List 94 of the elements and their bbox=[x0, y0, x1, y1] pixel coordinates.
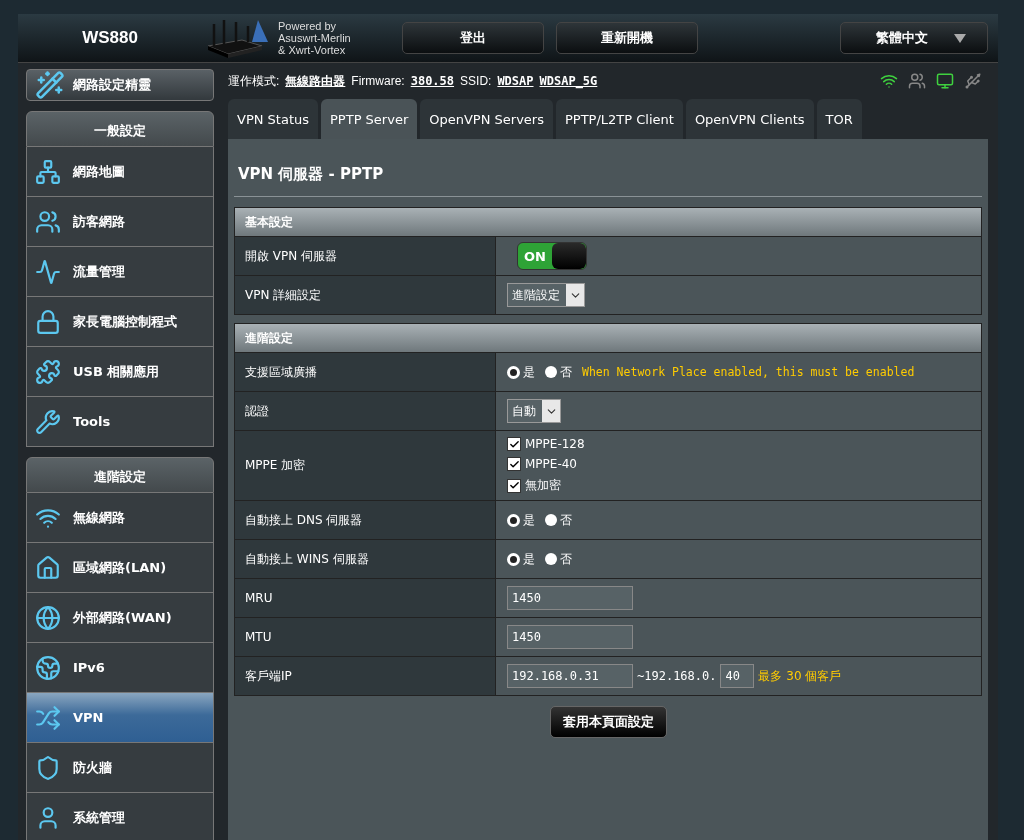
mode-label: 運作模式: bbox=[228, 72, 280, 90]
sidebar-item[interactable]: IPv6 bbox=[26, 643, 214, 693]
tab[interactable]: VPN Status bbox=[228, 99, 318, 139]
setting-label: 開啟 VPN 伺服器 bbox=[235, 237, 496, 275]
sidebar-item[interactable]: 防火牆 bbox=[26, 743, 214, 793]
dropdown[interactable]: 自動 bbox=[507, 399, 561, 423]
puzzle-icon bbox=[35, 358, 61, 385]
ssid-label: SSID: bbox=[460, 74, 492, 88]
setting-label: 自動接上 DNS 伺服器 bbox=[235, 501, 496, 539]
wrench-icon bbox=[35, 408, 61, 435]
header-button[interactable]: 登出 bbox=[402, 22, 544, 54]
wifi-icon[interactable] bbox=[880, 72, 898, 90]
checkbox-option[interactable]: 無加密 bbox=[507, 477, 585, 494]
network-icon bbox=[35, 158, 61, 185]
radio-button[interactable] bbox=[507, 552, 520, 566]
apply-button[interactable]: 套用本頁面設定 bbox=[549, 706, 667, 738]
input-field[interactable]: 1450 bbox=[507, 625, 633, 649]
setting-label: VPN 詳細設定 bbox=[235, 276, 496, 314]
radio-option[interactable]: 是 bbox=[507, 511, 535, 529]
tab[interactable]: TOR bbox=[816, 99, 862, 139]
caret-icon bbox=[566, 284, 584, 306]
users-icon bbox=[35, 208, 61, 235]
caret-icon bbox=[954, 33, 966, 43]
radio-button[interactable] bbox=[507, 513, 520, 527]
input-field[interactable]: 40 bbox=[720, 664, 755, 688]
setting-label: 認證 bbox=[235, 392, 496, 430]
sidebar-section-title: 進階設定 bbox=[26, 457, 214, 493]
radio-button[interactable] bbox=[545, 514, 557, 526]
tab[interactable]: PPTP Server bbox=[321, 99, 418, 139]
ssid-link[interactable]: WDSAP bbox=[497, 74, 534, 88]
sidebar-item[interactable]: 外部網路(WAN) bbox=[26, 593, 214, 643]
lock-icon bbox=[35, 308, 61, 335]
monitor-icon[interactable] bbox=[936, 72, 954, 90]
checkbox[interactable] bbox=[507, 457, 521, 471]
input-field[interactable]: 1450 bbox=[507, 586, 633, 610]
radio-option[interactable]: 否 bbox=[545, 550, 572, 568]
hint-text: 最多 30 個客戶 bbox=[758, 667, 842, 685]
setup-wizard-button[interactable]: 網路設定精靈 bbox=[26, 69, 214, 101]
firmware-label: Firmware: bbox=[351, 74, 405, 88]
magic-wand-icon bbox=[35, 70, 65, 100]
radio-option[interactable]: 是 bbox=[507, 363, 535, 381]
setting-label: MPPE 加密 bbox=[235, 431, 496, 500]
house-icon bbox=[35, 554, 61, 581]
sidebar-item[interactable]: Tools bbox=[26, 397, 214, 447]
tab[interactable]: OpenVPN Servers bbox=[420, 99, 553, 139]
sidebar-item[interactable]: 訪客網路 bbox=[26, 197, 214, 247]
checkbox-option[interactable]: MPPE-40 bbox=[507, 457, 585, 471]
crossed-arrows-icon bbox=[35, 704, 61, 731]
setting-label: 自動接上 WINS 伺服器 bbox=[235, 540, 496, 578]
globe-icon bbox=[35, 604, 61, 631]
sidebar-section-title: 一般設定 bbox=[26, 111, 214, 147]
powered-by-text: Powered by Asuswrt-Merlin & Xwrt-Vortex bbox=[278, 20, 352, 56]
sidebar-item[interactable]: 網路地圖 bbox=[26, 147, 214, 197]
hint-text: When Network Place enabled, this must be enabled bbox=[582, 365, 915, 379]
language-dropdown[interactable]: 繁體中文 bbox=[840, 22, 988, 54]
sidebar-item[interactable]: 系統管理 bbox=[26, 793, 214, 840]
ssid-link[interactable]: WDSAP_5G bbox=[539, 74, 598, 88]
dropdown[interactable]: 進階設定 bbox=[507, 283, 585, 307]
radio-option[interactable]: 否 bbox=[545, 363, 572, 381]
radio-option[interactable]: 是 bbox=[507, 550, 535, 568]
ip-prefix: ~192.168.0. bbox=[637, 669, 717, 683]
setting-label: MTU bbox=[235, 618, 496, 656]
header-button[interactable]: 重新開機 bbox=[556, 22, 698, 54]
radio-button[interactable] bbox=[545, 366, 557, 378]
users-icon[interactable] bbox=[908, 72, 926, 90]
setting-label: MRU bbox=[235, 579, 496, 617]
usb-icon[interactable] bbox=[964, 72, 982, 90]
sidebar-item[interactable]: 流量管理 bbox=[26, 247, 214, 297]
mode-link[interactable]: 無線路由器 bbox=[285, 72, 346, 90]
tab[interactable]: OpenVPN Clients bbox=[685, 99, 814, 139]
setting-label: 支援區域廣播 bbox=[235, 353, 496, 391]
shield-icon bbox=[35, 754, 61, 781]
globe-icon bbox=[35, 654, 61, 681]
sidebar-item[interactable]: 區域網路(LAN) bbox=[26, 543, 214, 593]
firmware-link[interactable]: 380.58 bbox=[410, 74, 455, 88]
radio-option[interactable]: 否 bbox=[545, 511, 572, 529]
setting-label: 客戶端IP bbox=[235, 657, 496, 695]
caret-icon bbox=[542, 400, 560, 422]
sidebar-item[interactable]: 無線網路 bbox=[26, 493, 214, 543]
chart-icon bbox=[35, 258, 61, 285]
sidebar-item[interactable]: VPN bbox=[26, 693, 214, 743]
checkbox[interactable] bbox=[507, 478, 521, 493]
sidebar-item[interactable]: 家長電腦控制程式 bbox=[26, 297, 214, 347]
checkbox-option[interactable]: MPPE-128 bbox=[507, 437, 585, 451]
input-field[interactable]: 192.168.0.31 bbox=[507, 664, 633, 688]
radio-button[interactable] bbox=[507, 365, 520, 379]
model-name: WS880 bbox=[81, 28, 139, 48]
tab[interactable]: PPTP/L2TP Client bbox=[555, 99, 683, 139]
radio-button[interactable] bbox=[545, 553, 557, 565]
section-header: 基本設定 bbox=[235, 208, 981, 236]
page-title: VPN 伺服器 - PPTP bbox=[234, 139, 982, 197]
checkbox[interactable] bbox=[507, 437, 521, 451]
sidebar-item[interactable]: USB 相關應用 bbox=[26, 347, 214, 397]
section-header: 進階設定 bbox=[235, 324, 981, 352]
